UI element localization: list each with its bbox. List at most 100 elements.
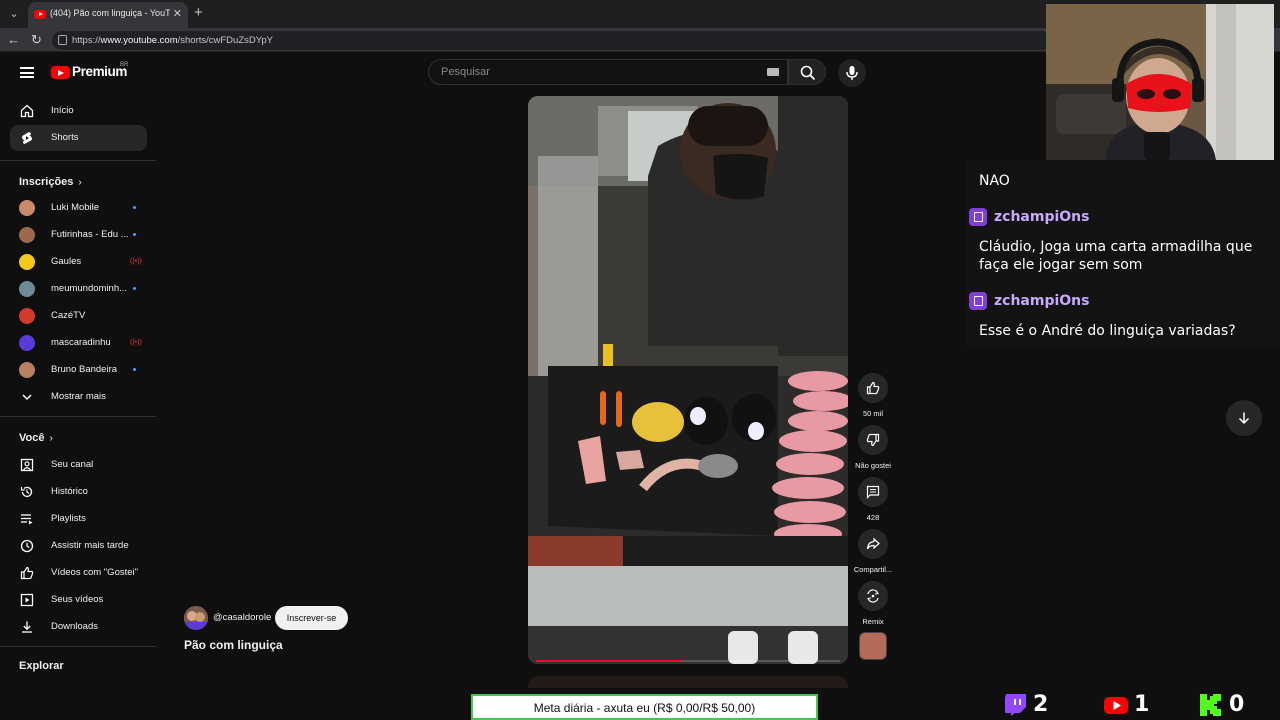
like-count: 50 mil xyxy=(862,409,883,418)
avatar[interactable] xyxy=(184,606,208,630)
show-more-button[interactable]: Mostrar mais xyxy=(10,384,147,410)
sidebar-item-subscription[interactable]: Gaules ((•)) xyxy=(10,249,147,275)
sidebar-item-home[interactable]: Início xyxy=(10,98,147,124)
streamer-webcam xyxy=(1046,4,1274,160)
channel-handle[interactable]: @casaldorole xyxy=(213,612,271,623)
remix-icon xyxy=(867,589,879,603)
reload-icon[interactable]: ↻ xyxy=(31,32,42,48)
chat-message-text: Cláudio, Joga uma carta armadilha que fa… xyxy=(979,239,1253,273)
watch-later-icon xyxy=(20,539,34,553)
menu-hamburger-icon[interactable] xyxy=(20,67,34,78)
new-tab-plus-icon[interactable]: + xyxy=(194,4,203,21)
share-icon xyxy=(866,537,880,550)
audio-source-thumbnail[interactable] xyxy=(859,632,887,660)
sidebar-item-label: Downloads xyxy=(51,621,98,632)
youtube-masthead: Premium BR Pesquisar xyxy=(0,52,1046,92)
sidebar-item-label: Seu canal xyxy=(51,459,94,470)
sidebar-item-label: Início xyxy=(51,105,74,116)
your-videos-icon xyxy=(20,593,34,607)
url-text: https://www.youtube.com/shorts/cwFDuZsDY… xyxy=(72,35,273,46)
sidebar-item-label: meumundominh... xyxy=(51,283,128,294)
channel-icon xyxy=(20,458,34,472)
shorts-video-player[interactable] xyxy=(528,96,848,664)
donation-goal-text: Meta diária - axuta eu (R$ 0,00/R$ 50,00… xyxy=(533,701,756,715)
screen: ⌄ (404) Pão com linguiça - YouTube ✕ + ←… xyxy=(0,0,1280,720)
you-heading[interactable]: Você › xyxy=(19,432,53,444)
back-arrow-icon[interactable]: ← xyxy=(7,32,20,47)
subscribe-button[interactable]: Inscrever-se xyxy=(275,606,348,630)
avatar xyxy=(19,200,35,216)
sidebar-item-your-videos[interactable]: Seus vídeos xyxy=(10,587,147,613)
microphone-icon xyxy=(846,66,858,80)
twitch-icon xyxy=(1005,694,1026,716)
site-info-icon[interactable] xyxy=(58,35,67,45)
keyboard-icon[interactable] xyxy=(767,68,779,76)
like-button[interactable]: 50 mil xyxy=(856,373,890,418)
chat-username: zchampiOns xyxy=(994,209,1090,225)
avatar xyxy=(19,308,35,324)
youtube-icon xyxy=(1104,697,1128,714)
sidebar-item-subscription[interactable]: Luki Mobile xyxy=(10,195,147,221)
close-tab-icon[interactable]: ✕ xyxy=(173,7,182,20)
url-field[interactable]: https://www.youtube.com/shorts/cwFDuZsDY… xyxy=(52,31,1052,50)
new-content-dot xyxy=(133,368,136,371)
download-icon xyxy=(22,621,32,633)
sidebar-item-subscription[interactable]: mascaradinhu ((•)) xyxy=(10,330,147,356)
sidebar-item-downloads[interactable]: Downloads xyxy=(10,614,147,640)
logo-text[interactable]: Premium xyxy=(72,64,127,79)
sidebar-item-subscription[interactable]: Bruno Bandeira xyxy=(10,357,147,383)
comments-button[interactable]: 428 xyxy=(856,477,890,522)
subscriptions-heading[interactable]: Inscrições › xyxy=(19,176,82,188)
stream-chat-overlay: NAO zchampiOns Cláudio, Joga uma carta a… xyxy=(966,160,1280,348)
avatar xyxy=(19,281,35,297)
sidebar-item-subscription[interactable]: CazéTV xyxy=(10,303,147,329)
sidebar-item-your-channel[interactable]: Seu canal xyxy=(10,452,147,478)
new-content-dot xyxy=(133,287,136,290)
next-short-button[interactable] xyxy=(1226,400,1262,436)
chevron-down-icon xyxy=(22,394,32,401)
sidebar-item-subscription[interactable]: Futirinhas - Edu ... xyxy=(10,222,147,248)
new-content-dot xyxy=(133,233,136,236)
thumbs-up-icon xyxy=(866,381,880,395)
sidebar-item-label: CazéTV xyxy=(51,310,86,321)
sidebar-item-liked-videos[interactable]: Vídeos com "Gostei" xyxy=(10,560,147,586)
avatar xyxy=(19,227,35,243)
explore-heading: Explorar xyxy=(19,660,64,672)
search-input[interactable]: Pesquisar xyxy=(428,59,788,85)
kick-viewer-count: 0 xyxy=(1229,692,1245,717)
remix-button[interactable]: Remix xyxy=(856,581,890,626)
next-short-preview[interactable] xyxy=(528,676,848,688)
video-frame-image xyxy=(528,96,848,664)
country-code: BR xyxy=(120,62,129,68)
arrow-down-icon xyxy=(1238,412,1250,425)
sidebar-item-watch-later[interactable]: Assistir mais tarde xyxy=(10,533,147,559)
video-progress-fill xyxy=(536,660,682,662)
search-button[interactable] xyxy=(788,59,826,85)
sidebar-item-label: Shorts xyxy=(51,132,79,143)
sidebar-item-label: Histórico xyxy=(51,486,88,497)
video-progress-bar[interactable] xyxy=(536,660,840,662)
sidebar-item-shorts[interactable]: Shorts xyxy=(10,125,147,151)
chat-message-text: Esse é o André do linguiça variadas? xyxy=(979,323,1236,339)
new-content-dot xyxy=(133,206,136,209)
avatar xyxy=(19,335,35,351)
browser-tab[interactable]: (404) Pão com linguiça - YouTube ✕ xyxy=(28,2,188,28)
tab-title: (404) Pão com linguiça - YouTube xyxy=(50,8,170,18)
share-button[interactable]: Compartil... xyxy=(854,529,892,574)
sidebar-item-label: mascaradinhu xyxy=(51,337,111,348)
sidebar-item-history[interactable]: Histórico xyxy=(10,479,147,505)
tab-search-chevron-icon[interactable]: ⌄ xyxy=(6,6,22,22)
sidebar-item-playlists[interactable]: Playlists xyxy=(10,506,147,532)
youtube-logo-icon[interactable] xyxy=(51,66,70,79)
sidebar-item-subscription[interactable]: meumundominh... xyxy=(10,276,147,302)
sidebar-item-label: Bruno Bandeira xyxy=(51,364,118,375)
sidebar-item-label: Seus vídeos xyxy=(51,594,104,605)
sidebar-item-label: Futirinhas - Edu ... xyxy=(51,229,129,240)
dislike-button[interactable]: Não gostei xyxy=(855,425,891,470)
voice-search-button[interactable] xyxy=(838,59,866,87)
chat-username: zchampiOns xyxy=(994,293,1090,309)
thumbs-down-icon xyxy=(866,433,880,447)
youtube-viewer-count: 1 xyxy=(1134,692,1150,717)
avatar xyxy=(19,362,35,378)
sidebar-divider xyxy=(0,160,156,161)
